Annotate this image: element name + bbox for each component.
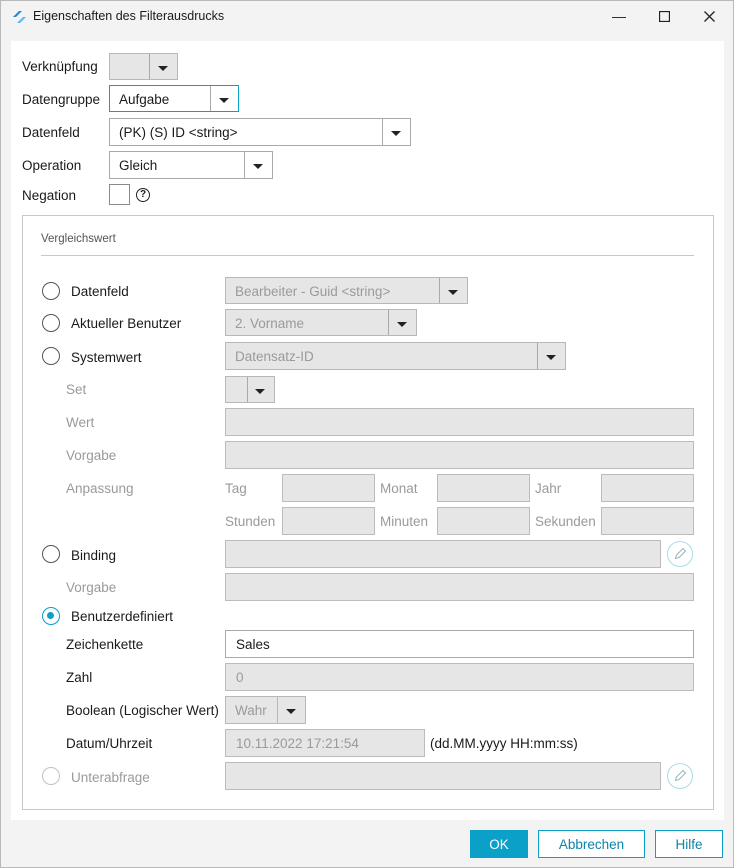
vorgabe-label: Vorgabe [66,448,117,463]
pencil-icon [674,547,687,560]
negation-label: Negation [22,188,77,203]
binding-radio[interactable] [42,545,60,563]
maximize-icon [658,10,670,22]
operation-select[interactable]: Gleich [109,151,273,179]
compare-datenfeld-select[interactable]: Bearbeiter - Guid <string> [225,277,468,304]
maximize-button[interactable] [642,1,686,31]
hilfe-button[interactable]: Hilfe [655,830,723,858]
stunden-label: Stunden [225,514,276,529]
chevron-down-icon [546,355,556,360]
zeichenkette-label: Zeichenkette [66,637,144,652]
datenfeld-select[interactable]: (PK) (S) ID <string> [109,118,411,146]
unterabfrage-edit-button[interactable] [667,763,693,789]
binding-input[interactable] [225,540,661,568]
monat-input[interactable] [437,474,530,502]
binding-label: Binding [71,548,117,563]
minuten-input[interactable] [437,507,530,535]
zeichenkette-input[interactable]: Sales [225,630,694,658]
zahl-label: Zahl [66,670,93,685]
sekunden-input[interactable] [601,507,694,535]
chevron-down-icon [448,290,458,295]
pencil-icon [674,769,687,782]
dialog-window: Eigenschaften des Filterausdrucks — Verk… [0,0,734,868]
systemwert-radio[interactable] [42,347,60,365]
binding-edit-button[interactable] [667,541,693,567]
vorgabe-input[interactable] [225,441,694,469]
zahl-input[interactable]: 0 [225,663,694,691]
tag-input[interactable] [282,474,375,502]
datum-label: Datum/Uhrzeit [66,736,153,751]
systemwert-select[interactable]: Datensatz-ID [225,342,566,370]
group-divider [41,255,694,256]
datenfeld-radio[interactable] [42,282,60,300]
compare-datenfeld-label: Datenfeld [71,284,129,299]
minimize-icon: — [612,8,626,24]
chevron-down-icon [253,164,263,169]
app-logo-icon [13,11,26,23]
tag-label: Tag [225,481,247,496]
ok-button[interactable]: OK [470,830,528,858]
chevron-down-icon [397,322,407,327]
jahr-input[interactable] [601,474,694,502]
title-bar: Eigenschaften des Filterausdrucks — [1,1,733,33]
boolean-select[interactable]: Wahr [225,696,306,724]
aktueller-benutzer-radio[interactable] [42,314,60,332]
minimize-button[interactable]: — [597,1,641,31]
benutzerdefiniert-label: Benutzerdefiniert [71,609,174,624]
verknuepfung-label: Verknüpfung [22,59,98,74]
vorgabe2-input[interactable] [225,573,694,601]
datum-input[interactable]: 10.11.2022 17:21:54 [225,729,425,757]
unterabfrage-input[interactable] [225,762,661,790]
vergleichswert-title: Vergleichswert [41,233,116,245]
jahr-label: Jahr [535,481,562,496]
negation-checkbox[interactable] [109,184,130,205]
aktueller-benutzer-select[interactable]: 2. Vorname [225,309,417,336]
aktueller-benutzer-label: Aktueller Benutzer [71,316,182,331]
help-icon[interactable]: ? [136,188,150,202]
chevron-down-icon [286,709,296,714]
datenfeld-label: Datenfeld [22,125,80,140]
stunden-input[interactable] [282,507,375,535]
vorgabe2-label: Vorgabe [66,580,117,595]
unterabfrage-label: Unterabfrage [71,770,150,785]
chevron-down-icon [158,66,168,71]
sekunden-label: Sekunden [535,514,596,529]
monat-label: Monat [380,481,418,496]
minuten-label: Minuten [380,514,429,529]
wert-input[interactable] [225,408,694,436]
close-button[interactable] [687,1,731,31]
operation-label: Operation [22,158,82,173]
chevron-down-icon [391,131,401,136]
datengruppe-label: Datengruppe [22,92,101,107]
wert-label: Wert [66,415,95,430]
set-select[interactable] [225,376,275,403]
chevron-down-icon [219,98,229,103]
unterabfrage-radio[interactable] [42,767,60,785]
systemwert-label: Systemwert [71,350,142,365]
window-title: Eigenschaften des Filterausdrucks [33,9,225,23]
benutzerdefiniert-radio[interactable] [42,607,60,625]
anpassung-label: Anpassung [66,481,134,496]
set-label: Set [66,382,87,397]
datengruppe-select[interactable]: Aufgabe [109,85,239,112]
datum-format-hint: (dd.MM.yyyy HH:mm:ss) [430,736,578,751]
close-icon [703,10,715,22]
verknuepfung-select[interactable] [109,53,178,80]
abbrechen-button[interactable]: Abbrechen [538,830,645,858]
chevron-down-icon [255,389,265,394]
boolean-label: Boolean (Logischer Wert) [66,703,219,718]
